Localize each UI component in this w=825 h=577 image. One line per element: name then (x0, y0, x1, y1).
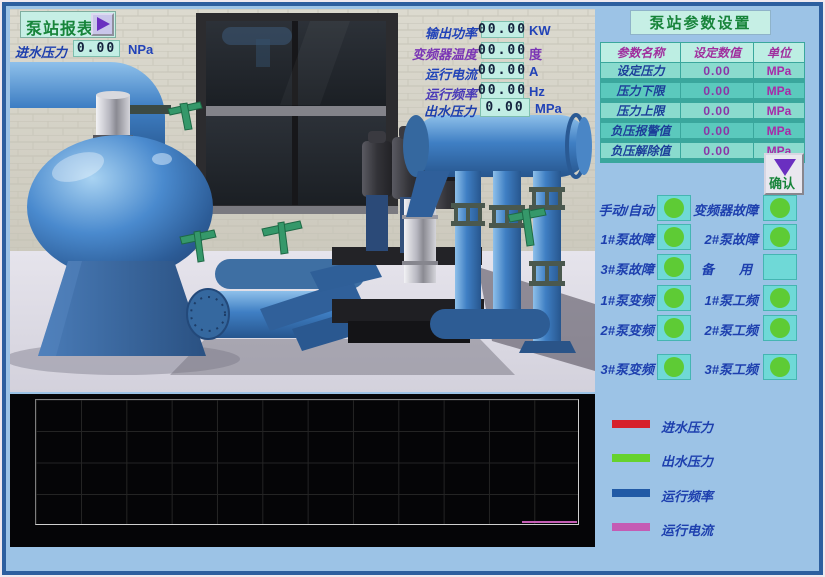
status-label-vfd-fault: 变频器故障 (664, 200, 758, 219)
param-unit: MPa (754, 63, 804, 78)
param-name: 设定压力 (601, 63, 680, 78)
status-label-pump1-vfd: 1#泵变频 (560, 290, 654, 309)
col-header-name: 参数名称 (601, 43, 680, 62)
param-name: 压力上限 (601, 103, 680, 118)
status-led-pump3-mains (763, 354, 797, 380)
inlet-pressure-unit: NPa (128, 42, 153, 57)
param-value[interactable]: 0.00 (681, 143, 753, 158)
report-button[interactable]: 泵站报表 (20, 11, 116, 38)
hmi-pump-station-screen: 泵站报表 进水压力 0.00 NPa 输出功率 00.00 KW 变频器温度 0… (0, 0, 825, 577)
status-label-pump2-vfd: 2#泵变频 (560, 320, 654, 339)
param-value[interactable]: 0.00 (681, 83, 753, 98)
run-current-label: 运行电流 (377, 64, 477, 83)
confirm-button-label: 确认 (769, 173, 795, 192)
play-icon (97, 17, 110, 31)
col-header-unit: 单位 (754, 43, 804, 62)
status-label-pump1-mains: 1#泵工频 (664, 290, 758, 309)
outlet-pressure-unit: MPa (535, 101, 562, 116)
run-freq-unit: Hz (529, 84, 545, 99)
trace-run-current (522, 521, 577, 523)
confirm-button[interactable]: 确认 (764, 153, 804, 195)
pressure-tank (27, 135, 213, 356)
param-unit: MPa (754, 83, 804, 98)
status-led-pump1-mains (763, 285, 797, 311)
output-power-value: 00.00 (481, 21, 524, 38)
status-label-pump2-mains: 2#泵工频 (664, 320, 758, 339)
status-label-pump3-fault: 3#泵故障 (560, 259, 654, 278)
legend-label-outlet-pressure: 出水压力 (661, 451, 713, 470)
legend-swatch-run-frequency (612, 489, 650, 497)
status-label-spare: 备 用 (664, 259, 758, 278)
outlet-pressure-label: 出水压力 (376, 101, 476, 120)
param-value[interactable]: 0.00 (681, 63, 753, 78)
legend-label-run-frequency: 运行频率 (661, 486, 713, 505)
legend-label-inlet-pressure: 进水压力 (661, 417, 713, 436)
trend-chart (10, 394, 595, 547)
status-label-pump3-vfd: 3#泵变频 (560, 359, 654, 378)
param-unit: MPa (754, 103, 804, 118)
legend-label-run-current: 运行电流 (661, 520, 713, 539)
param-name: 负压报警值 (601, 123, 680, 138)
run-current-unit: A (529, 64, 538, 79)
inverter-temp-value: 00.00 (481, 42, 524, 59)
inlet-pressure-value: 0.00 (73, 40, 120, 57)
status-label-auto-manual: 手动/自动 (560, 200, 654, 219)
param-value[interactable]: 0.00 (681, 103, 753, 118)
status-label-pump3-mains: 3#泵工频 (664, 359, 758, 378)
param-name: 压力下限 (601, 83, 680, 98)
outlet-pressure-value: 0.00 (480, 98, 530, 117)
status-led-spare (763, 254, 797, 280)
inverter-temp-label: 变频器温度 (377, 44, 477, 63)
param-name: 负压解除值 (601, 143, 680, 158)
tank-chimney (93, 91, 133, 142)
status-label-pump1-fault: 1#泵故障 (560, 229, 654, 248)
legend-swatch-inlet-pressure (612, 420, 650, 428)
report-arrow-button[interactable] (91, 13, 114, 36)
parameter-table: 参数名称 设定数值 单位 设定压力 0.00 MPa 压力下限 0.00 MPa… (600, 42, 805, 163)
settings-panel-title: 泵站参数设置 (630, 10, 771, 35)
status-led-vfd-fault (763, 195, 797, 221)
report-button-label: 泵站报表 (26, 15, 94, 39)
trend-plot-area (35, 399, 579, 525)
run-current-value: 00.00 (481, 62, 524, 79)
param-unit: MPa (754, 123, 804, 138)
col-header-value: 设定数值 (681, 43, 753, 62)
param-value[interactable]: 0.00 (681, 123, 753, 138)
inverter-temp-unit: 度 (529, 44, 542, 63)
legend-swatch-run-current (612, 523, 650, 531)
status-led-pump2-mains (763, 315, 797, 341)
inlet-pressure-label: 进水压力 (15, 42, 67, 61)
status-label-pump2-fault: 2#泵故障 (664, 229, 758, 248)
output-power-unit: KW (529, 23, 551, 38)
output-power-label: 输出功率 (377, 23, 477, 42)
pump-shadow (170, 339, 515, 375)
status-led-pump2-fault (763, 224, 797, 250)
run-freq-value: 00.00 (481, 82, 524, 99)
legend-swatch-outlet-pressure (612, 454, 650, 462)
